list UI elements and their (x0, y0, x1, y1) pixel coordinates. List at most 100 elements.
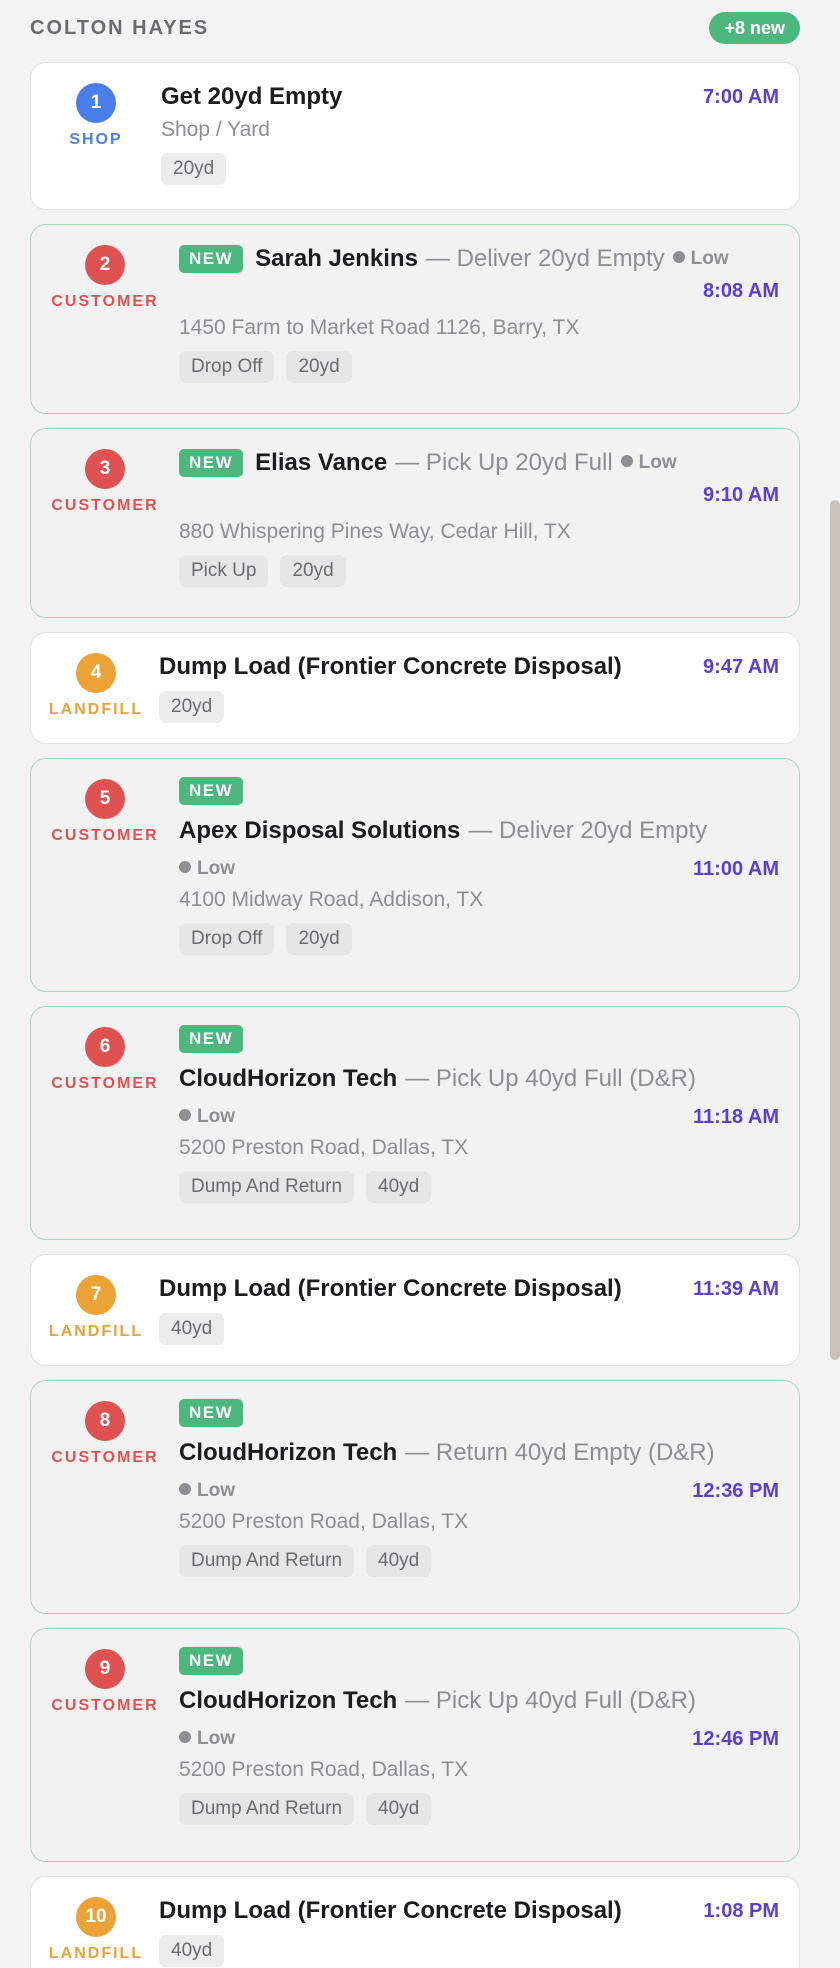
stop-type: CUSTOMER (51, 497, 159, 514)
new-chip: NEW (179, 449, 244, 477)
stop-address: 880 Whispering Pines Way, Cedar Hill, TX (179, 520, 571, 543)
priority-dot-icon (179, 1731, 191, 1743)
stop-number: 6 (85, 1027, 125, 1067)
priority-label: Low (179, 1480, 235, 1502)
stop-card[interactable]: 2 CUSTOMER NEW Sarah Jenkins — Deliver 2… (30, 224, 800, 414)
stop-number: 10 (76, 1897, 116, 1937)
stop-title: Dump Load (Frontier Concrete Disposal) (159, 653, 622, 680)
size-tag: 40yd (159, 1313, 225, 1345)
stop-time: 11:39 AM (693, 1278, 779, 1300)
stop-card[interactable]: 1 SHOP Get 20yd Empty 7:00 AM Shop / Yar… (30, 62, 800, 210)
customer-name: Elias Vance (255, 449, 388, 476)
stop-number: 9 (85, 1649, 125, 1689)
priority-dot-icon (179, 861, 191, 873)
stop-address: 5200 Preston Road, Dallas, TX (179, 1510, 469, 1533)
new-chip: NEW (179, 1399, 244, 1427)
stop-marker: 5 CUSTOMER (31, 759, 179, 991)
customer-name: CloudHorizon Tech (179, 1065, 398, 1092)
stop-time: 12:46 PM (692, 1728, 779, 1750)
stop-marker: 10 LANDFILL (31, 1877, 161, 1968)
stop-type: CUSTOMER (51, 827, 159, 844)
size-tag: 40yd (366, 1545, 432, 1577)
new-chip: NEW (179, 245, 244, 273)
stop-card[interactable]: 8 CUSTOMER NEW CloudHorizon Tech — Return… (30, 1380, 800, 1614)
priority-dot-icon (620, 455, 633, 467)
stop-type: CUSTOMER (51, 293, 159, 310)
stop-title: Dump Load (Frontier Concrete Disposal) (159, 1897, 622, 1924)
stop-marker: 1 SHOP (31, 63, 161, 209)
driver-name: COLTON HAYES (30, 16, 210, 39)
service-tag: Dump And Return (179, 1545, 355, 1577)
stop-number: 7 (76, 1275, 116, 1315)
priority-label: Low (179, 1106, 235, 1128)
stop-marker: 4 LANDFILL (31, 633, 161, 743)
stop-time: 7:00 AM (703, 86, 779, 108)
stop-time: 11:00 AM (693, 858, 779, 880)
stop-address: 5200 Preston Road, Dallas, TX (179, 1136, 469, 1159)
stop-time: 12:36 PM (692, 1480, 779, 1502)
priority-dot-icon (179, 1483, 191, 1495)
job-description: — Pick Up 40yd Full (D&R) (405, 1687, 696, 1714)
stop-card[interactable]: 5 CUSTOMER NEW Apex Disposal Solutions — … (30, 758, 800, 992)
job-description: — Deliver 20yd Empty (425, 245, 665, 272)
size-tag: 40yd (366, 1171, 432, 1203)
stop-number: 4 (76, 653, 116, 693)
new-chip: NEW (179, 1647, 244, 1675)
stop-marker: 8 CUSTOMER (31, 1381, 179, 1613)
stop-card[interactable]: 10 LANDFILL Dump Load (Frontier Concrete… (30, 1876, 800, 1968)
stop-number: 8 (85, 1401, 125, 1441)
customer-name: Apex Disposal Solutions (179, 817, 461, 844)
stop-card[interactable]: 7 LANDFILL Dump Load (Frontier Concrete … (30, 1254, 800, 1366)
new-count-badge[interactable]: +8 new (709, 12, 800, 44)
stop-type: CUSTOMER (51, 1449, 159, 1466)
job-description: — Return 40yd Empty (D&R) (405, 1439, 715, 1466)
priority-label: Low (672, 243, 729, 275)
job-description: — Pick Up 40yd Full (D&R) (405, 1065, 696, 1092)
stop-type: SHOP (69, 131, 123, 148)
size-tag: 20yd (286, 923, 352, 955)
new-chip: NEW (179, 777, 244, 805)
stop-card[interactable]: 9 CUSTOMER NEW CloudHorizon Tech — Pick U… (30, 1628, 800, 1862)
stop-number: 3 (85, 449, 125, 489)
service-tag: Dump And Return (179, 1793, 355, 1825)
stop-number: 1 (76, 83, 116, 123)
service-tag: Drop Off (179, 923, 275, 955)
stop-title: Dump Load (Frontier Concrete Disposal) (159, 1275, 622, 1302)
stop-marker: 6 CUSTOMER (31, 1007, 179, 1239)
stop-address: 4100 Midway Road, Addison, TX (179, 888, 484, 911)
stop-type: CUSTOMER (51, 1697, 159, 1714)
stop-type: LANDFILL (48, 1945, 144, 1962)
job-description: — Deliver 20yd Empty (468, 817, 708, 844)
size-tag: 20yd (280, 555, 346, 587)
stop-time: 8:08 AM (703, 280, 779, 302)
stop-marker: 3 CUSTOMER (31, 429, 179, 617)
customer-name: CloudHorizon Tech (179, 1687, 398, 1714)
stop-card[interactable]: 3 CUSTOMER NEW Elias Vance — Pick Up 20y… (30, 428, 800, 618)
stop-card[interactable]: 4 LANDFILL Dump Load (Frontier Concrete … (30, 632, 800, 744)
priority-label: Low (620, 447, 677, 479)
service-tag: Dump And Return (179, 1171, 355, 1203)
stop-type: LANDFILL (48, 1323, 144, 1340)
size-tag: 40yd (159, 1935, 225, 1967)
stop-number: 5 (85, 779, 125, 819)
service-tag: Drop Off (179, 351, 275, 383)
stop-address: 5200 Preston Road, Dallas, TX (179, 1758, 469, 1781)
stop-number: 2 (85, 245, 125, 285)
stop-card[interactable]: 6 CUSTOMER NEW CloudHorizon Tech — Pick U… (30, 1006, 800, 1240)
job-description: — Pick Up 20yd Full (395, 449, 613, 476)
scrollbar-thumb[interactable] (830, 500, 840, 1360)
priority-label: Low (179, 1728, 235, 1750)
customer-name: CloudHorizon Tech (179, 1439, 398, 1466)
stop-title: Get 20yd Empty (161, 83, 343, 110)
customer-name: Sarah Jenkins (255, 245, 418, 272)
stop-marker: 2 CUSTOMER (31, 225, 179, 413)
size-tag: 20yd (286, 351, 352, 383)
stop-address: Shop / Yard (161, 118, 270, 141)
stop-type: CUSTOMER (51, 1075, 159, 1092)
priority-dot-icon (672, 251, 685, 263)
size-tag: 20yd (159, 691, 225, 723)
stop-marker: 7 LANDFILL (31, 1255, 161, 1365)
stop-type: LANDFILL (48, 701, 144, 718)
stop-time: 1:08 PM (703, 1900, 779, 1922)
stop-marker: 9 CUSTOMER (31, 1629, 179, 1861)
